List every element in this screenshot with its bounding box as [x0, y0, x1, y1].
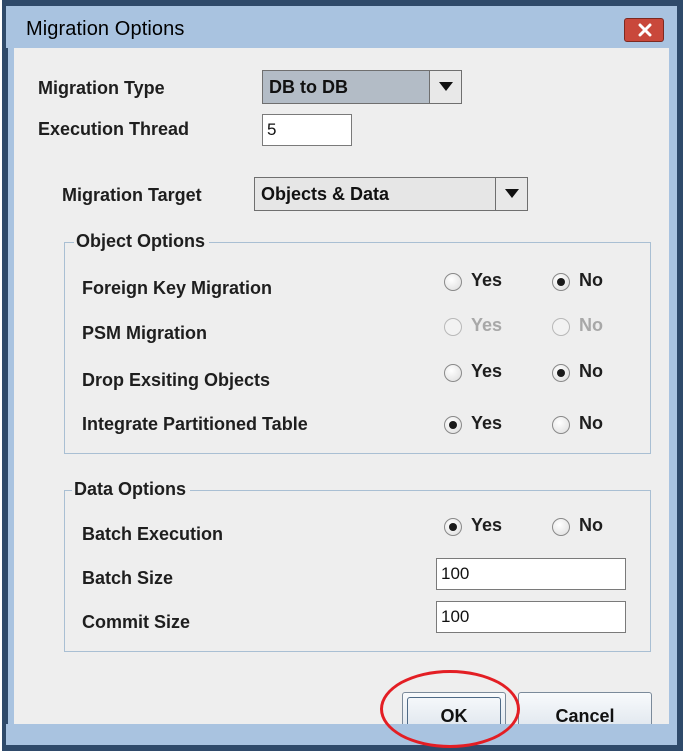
radio-circle — [552, 318, 570, 336]
radio-circle — [552, 364, 570, 382]
migration-type-select[interactable]: DB to DB — [262, 70, 462, 104]
migration-target-label: Migration Target — [62, 185, 202, 205]
window-bottom-edge — [6, 724, 675, 745]
radio-circle — [552, 416, 570, 434]
migration-type-label: Migration Type — [38, 78, 165, 98]
drop-existing-objects-label: Drop Exsiting Objects — [82, 370, 271, 390]
radio-label: No — [579, 315, 603, 335]
radio-label: Yes — [471, 361, 503, 381]
title-bar[interactable]: Migration Options — [6, 6, 675, 48]
commit-size-input[interactable]: 100 — [436, 601, 626, 633]
radio-circle — [444, 364, 462, 382]
radio-label: Yes — [471, 315, 503, 335]
foreign-key-migration-label: Foreign Key Migration — [82, 278, 273, 298]
execution-thread-label: Execution Thread — [38, 119, 190, 139]
radio-label: Yes — [471, 413, 503, 433]
batch-execution-label: Batch Execution — [82, 524, 224, 544]
radio-circle — [552, 273, 570, 291]
psm-migration-label: PSM Migration — [82, 323, 207, 343]
window-title: Migration Options — [26, 18, 185, 40]
execution-thread-input[interactable]: 5 — [262, 114, 352, 146]
radio-label: No — [579, 270, 603, 290]
radio-label: No — [579, 361, 603, 381]
batch-size-input[interactable]: 100 — [436, 558, 626, 590]
radio-circle — [444, 518, 462, 536]
migration-target-select[interactable]: Objects & Data — [254, 177, 528, 211]
migration-target-value: Objects & Data — [261, 184, 390, 204]
radio-circle — [444, 273, 462, 291]
integrate-partitioned-table-label: Integrate Partitioned Table — [82, 414, 308, 434]
data-options-title: Data Options — [72, 479, 191, 500]
close-icon — [638, 23, 652, 37]
commit-size-label: Commit Size — [82, 612, 191, 632]
radio-label: No — [579, 413, 603, 433]
chevron-down-icon — [439, 82, 453, 91]
highlight-circle — [380, 670, 520, 748]
migration-type-value: DB to DB — [269, 77, 348, 97]
close-button[interactable] — [624, 18, 664, 42]
chevron-down-icon — [505, 189, 519, 198]
radio-circle — [444, 318, 462, 336]
radio-circle — [444, 416, 462, 434]
migration-type-dropdown-button[interactable] — [429, 71, 461, 103]
radio-label: Yes — [471, 515, 503, 535]
radio-label: Yes — [471, 270, 503, 290]
object-options-title: Object Options — [74, 231, 210, 252]
migration-target-dropdown-button[interactable] — [495, 178, 527, 210]
radio-label: No — [579, 515, 603, 535]
radio-circle — [552, 518, 570, 536]
batch-size-label: Batch Size — [82, 568, 174, 588]
